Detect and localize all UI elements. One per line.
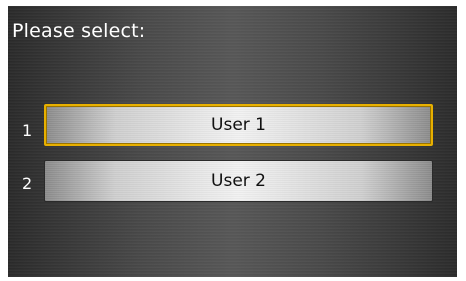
option-number-1: 1 (22, 121, 33, 140)
page-title: Please select: (12, 20, 146, 42)
screen-frame: Please select: 1 User 1 2 User 2 (0, 0, 466, 281)
user-1-button[interactable]: User 1 (44, 104, 433, 146)
selection-screen: Please select: 1 User 1 2 User 2 (8, 6, 457, 277)
option-number-2: 2 (22, 174, 33, 193)
user-2-button[interactable]: User 2 (44, 160, 433, 202)
